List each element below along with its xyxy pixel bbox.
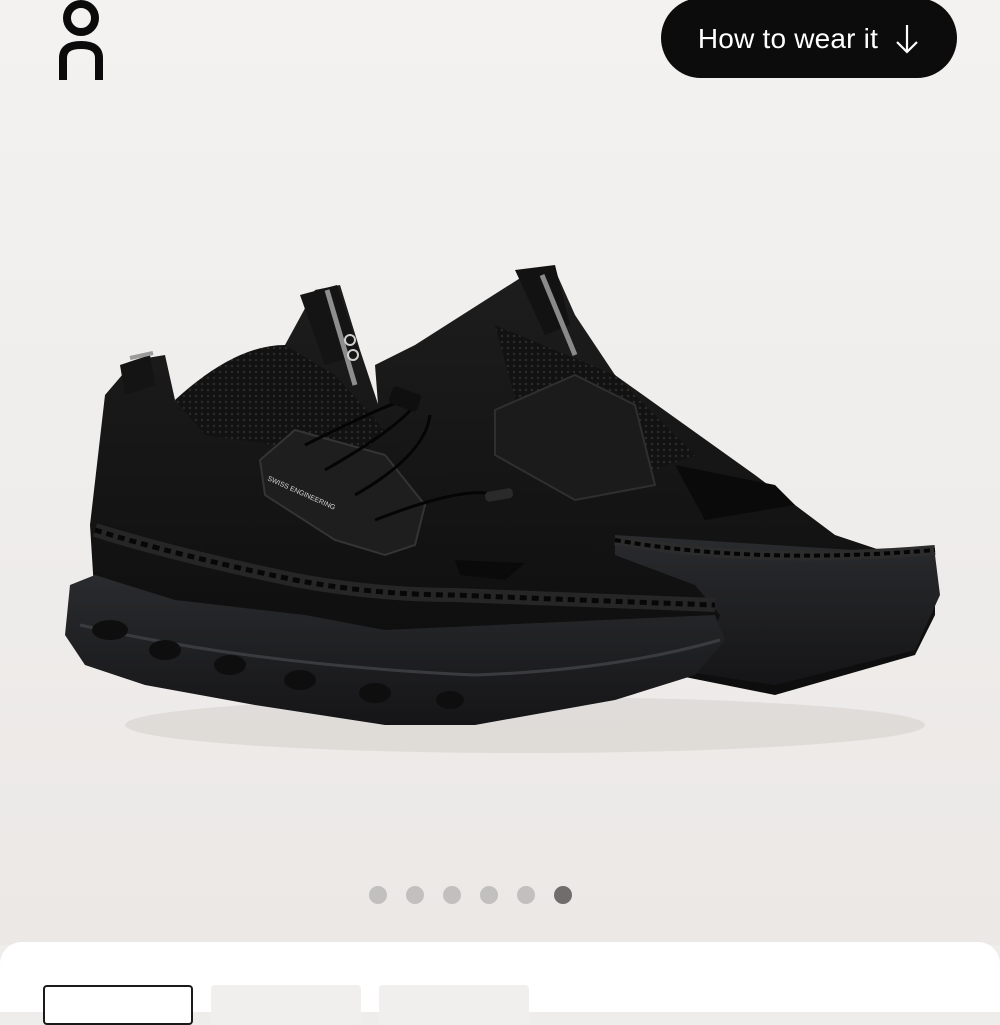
on-brand-logo-icon[interactable]: [52, 0, 110, 90]
gallery-dot-2[interactable]: [406, 886, 424, 904]
gallery-dot-6-active[interactable]: [554, 886, 572, 904]
gallery-dot-1[interactable]: [369, 886, 387, 904]
color-swatch-2[interactable]: [211, 985, 361, 1025]
gallery-dot-5[interactable]: [517, 886, 535, 904]
color-swatch-1-selected[interactable]: [43, 985, 193, 1025]
product-image[interactable]: SWISS ENGINEERING: [55, 255, 945, 765]
gallery-dot-3[interactable]: [443, 886, 461, 904]
product-gallery[interactable]: How to wear it SWISS ENGINEERING: [0, 0, 1000, 945]
how-to-wear-button[interactable]: How to wear it: [661, 0, 957, 78]
product-details-sheet: [0, 942, 1000, 1025]
gallery-dot-4[interactable]: [480, 886, 498, 904]
gallery-pagination: [369, 886, 572, 904]
arrow-down-icon: [896, 25, 918, 54]
how-to-wear-label: How to wear it: [697, 23, 879, 54]
color-swatch-3[interactable]: [379, 985, 529, 1025]
